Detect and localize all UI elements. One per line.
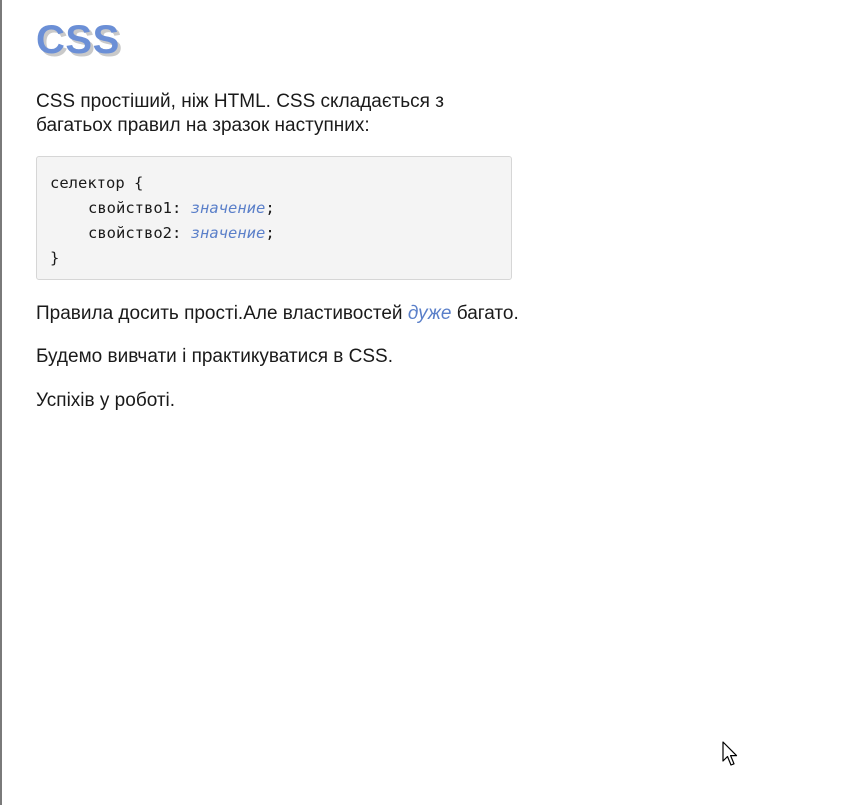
intro-paragraph: CSS простіший, ніж HTML. CSS складається…	[36, 90, 486, 138]
code-semicolon: ;	[265, 199, 275, 217]
code-property-name: свойство2:	[88, 224, 191, 242]
page-title: CSS	[36, 18, 120, 62]
code-semicolon: ;	[265, 224, 275, 242]
rules-text-end: багато.	[451, 303, 519, 324]
code-property-line-1: свойство1: значение;	[50, 196, 511, 221]
mouse-pointer-icon	[722, 741, 738, 766]
code-closing-brace: }	[50, 249, 60, 267]
code-block: селектор {свойство1: значение; свойство2:…	[36, 156, 512, 280]
emphasis-text: дуже	[407, 303, 452, 324]
code-property-name: свойство1:	[88, 199, 191, 217]
code-property-value: значение	[190, 199, 266, 217]
code-property-value: значение	[190, 224, 266, 242]
code-selector-line: селектор {	[50, 174, 144, 192]
code-property-line-2: свойство2: значение;	[50, 221, 511, 246]
rules-text: Правила досить прості.Але властивостей	[36, 303, 408, 324]
rules-paragraph: Правила досить прості.Але властивостей д…	[36, 302, 519, 326]
study-paragraph: Будемо вивчати і практикуватися в CSS.	[36, 346, 393, 367]
intro-line-2: багатьох правил на зразок наступних:	[36, 115, 370, 136]
intro-line-1: CSS простіший, ніж HTML. CSS складається…	[36, 91, 444, 112]
window-left-border	[0, 0, 2, 805]
good-luck-paragraph: Успіхів у роботі.	[36, 390, 176, 411]
